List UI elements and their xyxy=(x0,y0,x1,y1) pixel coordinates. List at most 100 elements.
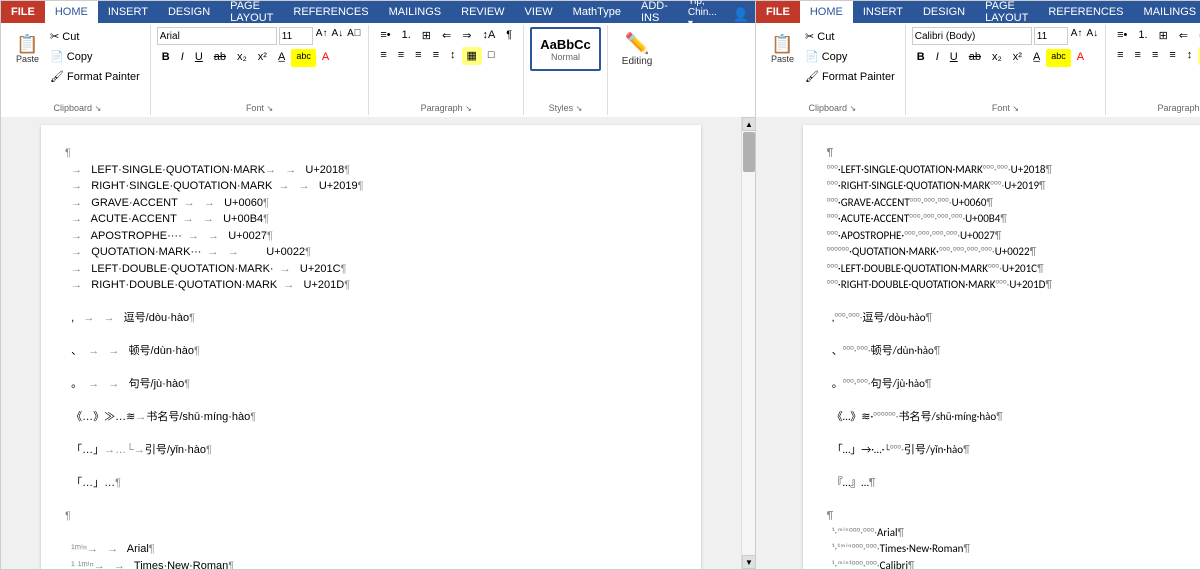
right-justify-btn[interactable]: ≡ xyxy=(1164,47,1180,65)
left-addins-tab[interactable]: ADD-INS xyxy=(631,1,678,23)
subscript-btn[interactable]: x₂ xyxy=(232,49,252,67)
left-font-group: A↑ A↓ A⃝ B I U ab x₂ x² A̲ abc xyxy=(151,25,370,115)
right-text-highlight-btn[interactable]: abc xyxy=(1046,49,1071,67)
sort-btn[interactable]: ↕A xyxy=(477,27,500,45)
right-font-color-btn[interactable]: A xyxy=(1072,49,1089,67)
left-scrollbar[interactable]: ▲ ▼ xyxy=(741,117,755,569)
right-shrink-font-btn[interactable]: A↓ xyxy=(1085,27,1099,45)
right-multilevel-btn[interactable]: ⊞ xyxy=(1154,27,1173,45)
align-center-btn[interactable]: ≡ xyxy=(393,47,409,65)
right-insert-tab[interactable]: INSERT xyxy=(853,1,913,23)
left-editing-group: ✏️ Editing xyxy=(608,25,667,115)
left-paste-btn[interactable]: 📋 Paste xyxy=(11,27,44,71)
align-left-btn[interactable]: ≡ xyxy=(375,47,391,65)
left-scroll-thumb[interactable] xyxy=(743,132,755,172)
right-references-tab[interactable]: REFERENCES xyxy=(1038,1,1133,23)
right-copy-btn[interactable]: 📄 Copy xyxy=(801,47,899,65)
paste-label: Paste xyxy=(16,54,39,64)
right-paste-btn[interactable]: 📋 Paste xyxy=(766,27,799,71)
right-design-tab[interactable]: DESIGN xyxy=(913,1,975,23)
copy-btn[interactable]: 📄 Copy xyxy=(46,47,144,65)
borders-btn[interactable]: □ xyxy=(483,47,500,65)
right-page-layout-tab[interactable]: PAGE LAYOUT xyxy=(975,1,1038,23)
right-text-effect-btn[interactable]: A̲ xyxy=(1028,49,1045,67)
left-mailings-tab[interactable]: MAILINGS xyxy=(379,1,452,23)
right-home-tab[interactable]: HOME xyxy=(800,1,853,23)
bullets-btn[interactable]: ≡• xyxy=(375,27,395,45)
superscript-btn[interactable]: x² xyxy=(253,49,272,67)
left-doc-scroll[interactable]: ¶ → LEFT·SINGLE·QUOTATION·MARK→ → U+2018… xyxy=(1,117,741,569)
right-decrease-indent-btn[interactable]: ⇐ xyxy=(1174,27,1193,45)
right-underline-btn[interactable]: U xyxy=(945,49,963,67)
right-strikethrough-btn[interactable]: ab xyxy=(964,49,986,67)
cut-btn[interactable]: ✂ Cut xyxy=(46,27,144,45)
left-page-layout-tab[interactable]: PAGE LAYOUT xyxy=(220,1,283,23)
clipboard-label: Clipboard ↘ xyxy=(5,103,150,113)
left-references-tab[interactable]: REFERENCES xyxy=(283,1,378,23)
text-effect-btn[interactable]: A̲ xyxy=(273,49,290,67)
left-home-tab[interactable]: HOME xyxy=(45,1,98,23)
right-align-left-btn[interactable]: ≡ xyxy=(1112,47,1128,65)
right-grow-font-btn[interactable]: A↑ xyxy=(1070,27,1084,45)
font-select-row: A↑ A↓ A⃝ xyxy=(157,27,363,45)
clipboard-sub-btns: ✂ Cut 📄 Copy 🖌 Format Painter xyxy=(46,27,144,99)
shading-btn[interactable]: ▦ xyxy=(462,47,482,65)
right-numbering-btn[interactable]: 1. xyxy=(1133,27,1152,45)
left-file-tab[interactable]: FILE xyxy=(1,1,45,23)
right-clipboard-content: 📋 Paste ✂ Cut 📄 Copy 🖌 Format Painter xyxy=(766,27,899,113)
right-increase-indent-btn[interactable]: ⇒ xyxy=(1194,27,1200,45)
line-23: ¶ xyxy=(65,508,677,525)
left-scroll-up-btn[interactable]: ▲ xyxy=(742,117,755,131)
underline-btn[interactable]: U xyxy=(190,49,208,67)
r-line-5: °°°·ACUTE·ACCENT°°°·°°°·°°°·°°°·U+00B4¶ xyxy=(827,211,1199,228)
increase-indent-btn[interactable]: ⇒ xyxy=(457,27,476,45)
strikethrough-btn[interactable]: ab xyxy=(209,49,231,67)
paragraph-label: Paragraph ↘ xyxy=(369,103,523,113)
right-superscript-btn[interactable]: x² xyxy=(1008,49,1027,67)
right-line-spacing-btn[interactable]: ↕ xyxy=(1182,47,1198,65)
left-design-tab[interactable]: DESIGN xyxy=(158,1,220,23)
right-file-tab[interactable]: FILE xyxy=(756,1,800,23)
left-paragraph-group: ≡• 1. ⊞ ⇐ ⇒ ↕A ¶ ≡ ≡ ≡ ≡ xyxy=(369,25,524,115)
font-color-btn[interactable]: A xyxy=(317,49,334,67)
font-size-input[interactable] xyxy=(279,27,313,45)
right-font-family-input[interactable] xyxy=(912,27,1032,45)
align-right-btn[interactable]: ≡ xyxy=(410,47,426,65)
line-5: → ACUTE·ACCENT → → U+00B4¶ xyxy=(65,211,677,228)
clear-format-btn[interactable]: A⃝ xyxy=(346,27,362,45)
left-user-icon[interactable]: 👤 xyxy=(727,7,755,23)
left-view-tab[interactable]: VIEW xyxy=(515,1,563,23)
text-highlight-btn[interactable]: abc xyxy=(291,49,316,67)
right-doc-scroll[interactable]: ¶ °°°·LEFT·SINGLE·QUOTATION·MARK°°°·°°°·… xyxy=(756,117,1200,569)
right-mailings-tab[interactable]: MAILINGS xyxy=(1134,1,1200,23)
line-20 xyxy=(65,459,677,476)
r-line-7: °°°°°°·QUOTATION·MARK·°°°·°°°·°°°·°°°·U+… xyxy=(827,244,1199,261)
show-marks-btn[interactable]: ¶ xyxy=(501,27,517,45)
right-cut-btn[interactable]: ✂ Cut xyxy=(801,27,899,45)
right-italic-btn[interactable]: I xyxy=(931,49,944,67)
grow-font-btn[interactable]: A↑ xyxy=(315,27,329,45)
left-scroll-down-btn[interactable]: ▼ xyxy=(742,555,755,569)
left-insert-tab[interactable]: INSERT xyxy=(98,1,158,23)
line-spacing-btn[interactable]: ↕ xyxy=(445,47,461,65)
format-painter-btn[interactable]: 🖌 Format Painter xyxy=(46,67,144,85)
right-format-painter-btn[interactable]: 🖌 Format Painter xyxy=(801,67,899,85)
left-yip-tab[interactable]: Yip, Chin... ▾ xyxy=(678,1,727,23)
right-subscript-btn[interactable]: x₂ xyxy=(987,49,1007,67)
font-family-input[interactable] xyxy=(157,27,277,45)
shrink-font-btn[interactable]: A↓ xyxy=(330,27,344,45)
right-bullets-btn[interactable]: ≡• xyxy=(1112,27,1132,45)
right-bold-btn[interactable]: B xyxy=(912,49,930,67)
left-review-tab[interactable]: REVIEW xyxy=(451,1,514,23)
italic-btn[interactable]: I xyxy=(176,49,189,67)
right-align-right-btn[interactable]: ≡ xyxy=(1147,47,1163,65)
right-align-center-btn[interactable]: ≡ xyxy=(1130,47,1146,65)
styles-btn[interactable]: AaBbCc Normal xyxy=(530,27,601,71)
left-mathtype-tab[interactable]: MathType xyxy=(563,1,631,23)
decrease-indent-btn[interactable]: ⇐ xyxy=(437,27,456,45)
justify-btn[interactable]: ≡ xyxy=(428,47,444,65)
multilevel-btn[interactable]: ⊞ xyxy=(417,27,436,45)
right-font-size-input[interactable] xyxy=(1034,27,1068,45)
numbering-btn[interactable]: 1. xyxy=(397,27,416,45)
bold-btn[interactable]: B xyxy=(157,49,175,67)
